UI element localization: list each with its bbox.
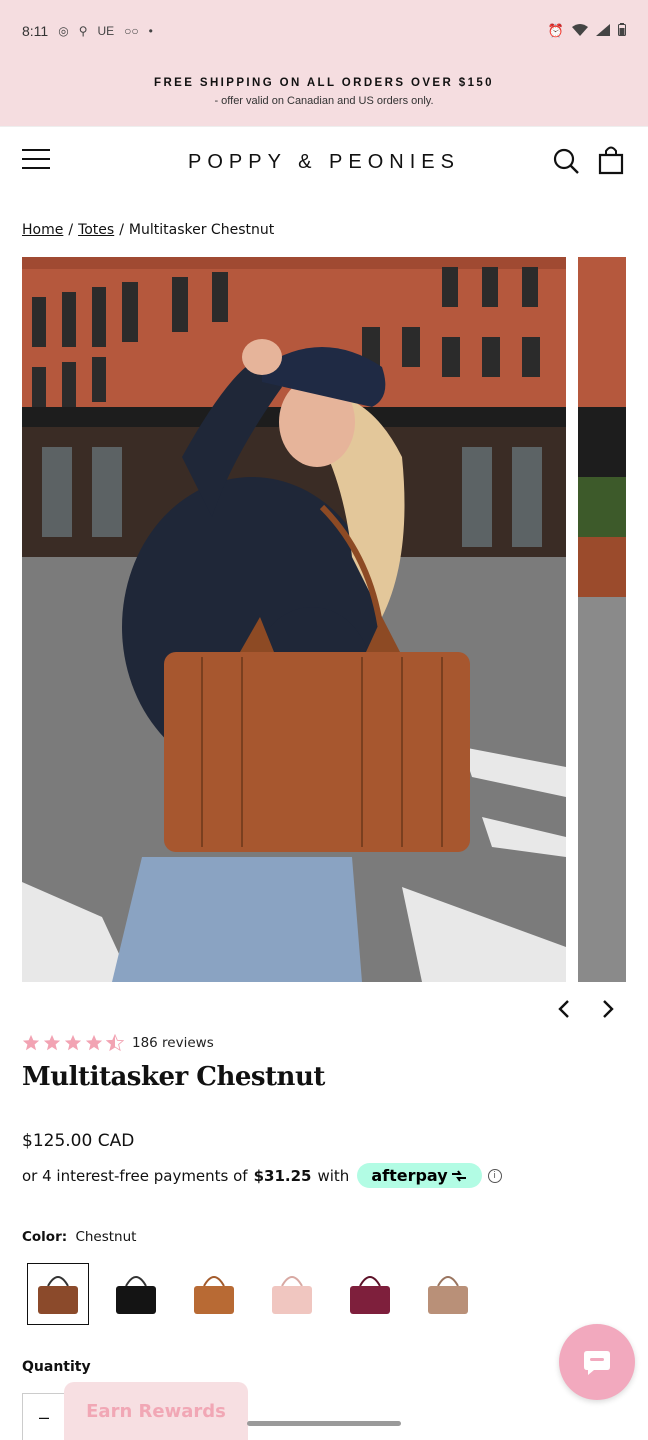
product-photo-next[interactable] — [578, 257, 626, 982]
color-label: Color: Chestnut — [22, 1229, 136, 1245]
afterpay-prefix: or 4 interest-free payments of — [22, 1166, 248, 1185]
product-price: $125.00 CAD — [22, 1131, 135, 1151]
star-rating — [22, 1034, 124, 1052]
swatch-taupe[interactable] — [417, 1263, 479, 1325]
clock: 8:11 — [22, 23, 49, 39]
status-bar: 8:11 ◎ ⚲ UE ○○ • ⏰ — [0, 0, 648, 62]
notification-icon: ⚲ — [78, 24, 88, 38]
announcement-title: FREE SHIPPING ON ALL ORDERS OVER $150 — [154, 77, 494, 89]
color-selected: Chestnut — [75, 1229, 137, 1245]
site-header: POPPY & PEONIES — [0, 126, 648, 194]
product-gallery[interactable] — [22, 257, 626, 982]
brand-logo[interactable]: POPPY & PEONIES — [0, 151, 648, 174]
color-label-title: Color: — [22, 1229, 68, 1245]
swatch-blush[interactable] — [261, 1263, 323, 1325]
quantity-label: Quantity — [22, 1359, 91, 1375]
product-title: Multitasker Chestnut — [22, 1062, 325, 1092]
afterpay-logo[interactable]: afterpay — [357, 1163, 482, 1188]
star-icon — [64, 1034, 82, 1051]
breadcrumb-home[interactable]: Home — [22, 222, 63, 238]
announcement-subtitle: - offer valid on Canadian and US orders … — [214, 95, 434, 107]
star-icon — [22, 1034, 40, 1051]
chat-icon — [584, 1351, 610, 1375]
product-photo-main[interactable] — [22, 257, 566, 982]
reviews-count[interactable]: 186 reviews — [132, 1035, 214, 1051]
info-icon[interactable]: i — [487, 1168, 502, 1183]
swatch-chestnut[interactable] — [27, 1263, 89, 1325]
chevron-left-icon[interactable] — [552, 996, 576, 1022]
breadcrumb: Home / Totes / Multitasker Chestnut — [22, 222, 274, 238]
star-icon — [85, 1034, 103, 1051]
afterpay-with: with — [317, 1166, 350, 1185]
signal-icon — [596, 23, 610, 39]
search-icon[interactable] — [552, 147, 580, 175]
breadcrumb-current: Multitasker Chestnut — [128, 222, 275, 238]
star-half-icon — [106, 1034, 124, 1052]
swatch-burgundy[interactable] — [339, 1263, 401, 1325]
afterpay-brand: afterpay — [371, 1166, 448, 1185]
chat-button[interactable] — [559, 1324, 635, 1400]
wifi-icon — [572, 23, 588, 39]
alarm-icon: ⏰ — [547, 23, 564, 38]
dot-indicator: • — [148, 24, 153, 38]
swatch-black[interactable] — [105, 1263, 167, 1325]
earn-rewards-button[interactable]: Earn Rewards — [64, 1382, 248, 1440]
announcement-bar: FREE SHIPPING ON ALL ORDERS OVER $150 - … — [0, 62, 648, 126]
breadcrumb-separator: / — [68, 222, 74, 238]
afterpay-amount: $31.25 — [253, 1166, 312, 1185]
voicemail-icon: ○○ — [124, 24, 139, 38]
color-swatches — [27, 1263, 479, 1325]
home-indicator[interactable] — [247, 1421, 401, 1426]
whatsapp-icon: ◎ — [58, 24, 69, 38]
cart-icon[interactable] — [598, 145, 626, 175]
breadcrumb-separator: / — [119, 222, 124, 238]
swatch-cognac[interactable] — [183, 1263, 245, 1325]
afterpay-arrows-icon — [451, 1169, 466, 1182]
chevron-right-icon[interactable] — [596, 996, 620, 1022]
quantity-minus-button[interactable]: – — [22, 1393, 66, 1440]
product-rating[interactable]: 186 reviews — [22, 1034, 214, 1052]
gallery-nav — [552, 996, 620, 1022]
star-icon — [43, 1034, 61, 1051]
afterpay-message: or 4 interest-free payments of $31.25 wi… — [22, 1163, 502, 1188]
breadcrumb-totes[interactable]: Totes — [78, 222, 114, 238]
battery-icon — [618, 23, 626, 39]
ue-label: UE — [97, 24, 115, 38]
